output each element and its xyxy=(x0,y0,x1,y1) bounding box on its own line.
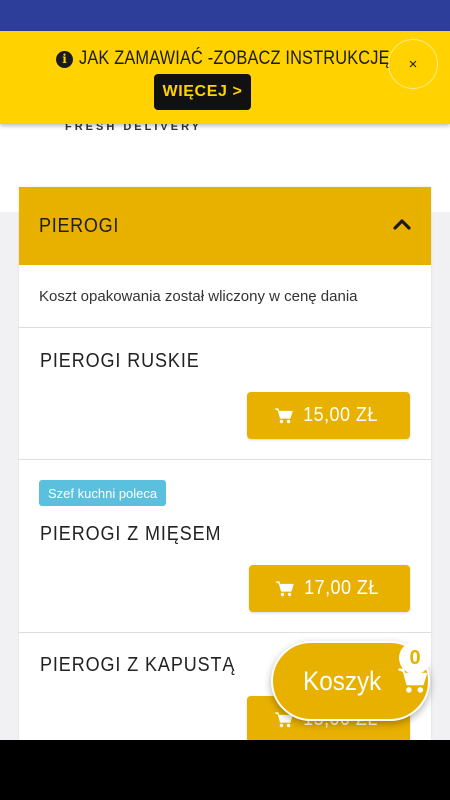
info-icon: i xyxy=(56,50,73,68)
basket-count-badge: 0 xyxy=(399,642,431,674)
close-icon: × xyxy=(408,55,418,73)
more-button[interactable]: WIĘCEJ > xyxy=(154,74,251,110)
item-price: 15,00 ZŁ xyxy=(303,404,378,426)
divider xyxy=(19,632,431,633)
item-price: 17,00 ZŁ xyxy=(304,577,379,599)
category-title: PIEROGI xyxy=(39,215,120,237)
status-bar xyxy=(0,0,450,31)
system-navigation-bar xyxy=(0,740,450,800)
packaging-note: Koszt opakowania został wliczony w cenę … xyxy=(39,288,358,305)
instructions-text: JAK ZAMAWIAĆ -ZOBACZ INSTRUKCJĘ xyxy=(79,48,390,69)
chevron-up-icon[interactable] xyxy=(393,218,411,230)
divider xyxy=(19,327,431,328)
divider xyxy=(19,459,431,460)
cart-icon xyxy=(275,407,293,423)
category-header[interactable]: PIEROGI xyxy=(19,187,431,265)
add-to-cart-button[interactable]: 15,00 ZŁ xyxy=(247,392,410,439)
instructions-banner: i JAK ZAMAWIAĆ -ZOBACZ INSTRUKCJĘ WIĘCEJ… xyxy=(0,31,450,124)
basket-label: Koszyk xyxy=(303,665,382,696)
item-name: PIEROGI Z KAPUSTĄ xyxy=(40,654,236,676)
item-name: PIEROGI RUSKIE xyxy=(40,350,200,372)
instructions-row: i JAK ZAMAWIAĆ -ZOBACZ INSTRUKCJĘ xyxy=(56,48,440,70)
close-banner-button[interactable]: × xyxy=(388,39,438,89)
cart-icon xyxy=(276,580,294,596)
add-to-cart-button[interactable]: 17,00 ZŁ xyxy=(249,565,410,612)
item-name: PIEROGI Z MIĘSEM xyxy=(40,523,222,545)
chef-recommends-badge: Szef kuchni poleca xyxy=(39,480,167,506)
